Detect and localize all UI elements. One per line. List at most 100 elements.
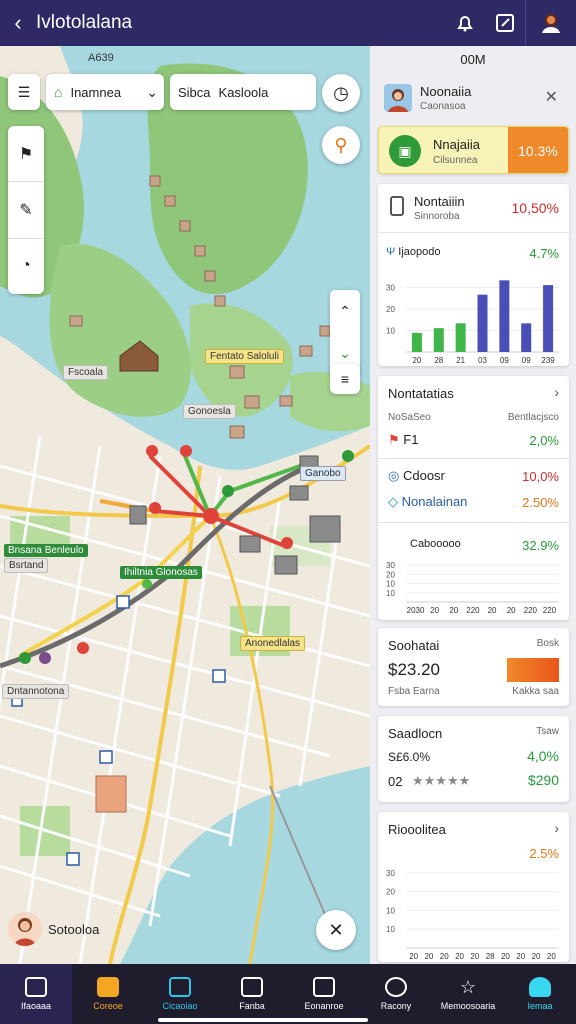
amount-sub: Fsba Earna (388, 686, 440, 697)
rating-stars: ★★★★★ (412, 773, 471, 788)
rating-card[interactable]: Saadlocn Tsaw S£6.0% 4,0% 02 ★★★★★ $290 (378, 716, 569, 802)
x-tick-label: 09 (522, 356, 531, 365)
user-location-label: Sotooloa (48, 922, 100, 937)
chart-icon (241, 977, 263, 997)
nav-item-document[interactable]: Eonanroe (288, 964, 360, 1024)
bar (521, 323, 532, 352)
highlight-card[interactable]: ▣ Nnajaiia Cilsunnea 10.3% (378, 126, 569, 174)
close-icon[interactable]: ✕ (545, 87, 558, 107)
back-icon[interactable]: ‹ (0, 10, 36, 36)
compass-icon: ◷ (333, 82, 349, 103)
compass-button[interactable]: ◷ (322, 74, 360, 112)
bar (411, 332, 422, 352)
list-item[interactable]: ◎ Cdoosr 10,0% (388, 468, 559, 484)
bottom-nav: Ifaoaaa Coreoe Cicaoiao Fanba Eonanroe R… (0, 964, 576, 1024)
chart-card[interactable]: Riooolitea › 2.5% 30 20 10 10 20 20 20 20 20 28 20… (378, 812, 569, 962)
list-item[interactable]: ◇ Nonalainan 2.50% (388, 494, 559, 510)
y-tick-label: 20 (386, 888, 395, 897)
x-tick-label: 20 (440, 952, 449, 961)
location-select-value: Inamnea (70, 84, 122, 100)
x-tick-label: 220 (543, 606, 557, 615)
list-item-label: Nonalainan (401, 494, 468, 509)
x-tick-label: 20 (516, 952, 525, 961)
map-top-label: A639 (88, 52, 114, 64)
amount-sub-right: Kakka saa (512, 686, 559, 697)
map-label: Bsrtand (4, 558, 49, 573)
search-input[interactable]: Kasloola (219, 85, 269, 100)
nav-item-home[interactable]: Ifaoaaa (0, 964, 72, 1024)
stats-card[interactable]: Nontaiiin Sinnoroba 10,50% Ψ Ijaopodo 4.… (378, 184, 569, 366)
user-avatar[interactable] (8, 912, 42, 946)
profile-name: Noonaiia (420, 84, 472, 99)
stats-sub: Sinnoroba (414, 211, 460, 222)
map-view[interactable]: A639 ☰ ⌂ Inamnea ⌄ Sibca Kasloola ◷ ⚲ ⚑ … (0, 46, 370, 964)
layers-button[interactable]: ≡ (330, 364, 360, 394)
list-col-left: NoSaSeo (388, 412, 431, 423)
zoom-in-icon[interactable]: ⌃ (339, 303, 351, 320)
map-label: Ihiltnia Glonosas (120, 566, 202, 579)
amount-value: $23.20 (388, 660, 440, 679)
close-icon: ✕ (328, 919, 344, 940)
rating-line1-value: 4,0% (527, 748, 559, 764)
x-tick-label: 20 (470, 952, 479, 961)
folder-icon (97, 977, 119, 997)
rating-corner: Tsaw (536, 726, 559, 737)
list-card[interactable]: Nontatatias › NoSaSeo Bentlacjsco ⚑ F1 2… (378, 376, 569, 620)
document-icon (390, 196, 404, 216)
side-panel: 00M Noonaiia Caonasoa ✕ ▣ Nnajaiia Cilsu… (370, 46, 576, 964)
amount-bar (507, 658, 559, 682)
x-tick-label: 20 (449, 606, 458, 615)
shield-icon: ◇ (388, 494, 398, 509)
list-item[interactable]: ⚑ F1 2,0% (388, 432, 559, 448)
search-field[interactable]: Sibca Kasloola (170, 74, 316, 110)
nav-item-camera[interactable]: Cicaoiao (144, 964, 216, 1024)
chevron-right-icon[interactable]: › (554, 820, 559, 836)
timer-icon[interactable]: ◔ (8, 239, 44, 294)
list-icon: ☰ (17, 83, 31, 100)
x-tick-label: 09 (500, 356, 509, 365)
list-view-button[interactable]: ☰ (8, 74, 40, 110)
x-tick-label: 20 (488, 606, 497, 615)
map-label: Gonoesla (183, 404, 236, 419)
close-route-button[interactable]: ✕ (316, 910, 356, 950)
highlight-sub: Cilsunnea (433, 155, 478, 166)
x-tick-label: 220 (524, 606, 538, 615)
chart1-title: Ijaopodo (398, 246, 441, 258)
y-tick-label: 20 (386, 570, 395, 579)
bell-icon[interactable] (445, 0, 485, 46)
recent-icon (385, 977, 407, 997)
nav-item-profile[interactable]: Iemaa (504, 964, 576, 1024)
flag-icon: ⚑ (388, 432, 400, 447)
chevron-down-icon: ⌄ (146, 83, 158, 100)
locate-button[interactable]: ⚲ (322, 126, 360, 164)
highlight-title: Nnajaiia (433, 137, 480, 152)
user-avatar-icon[interactable] (526, 0, 576, 46)
rating-line2-value: $290 (527, 772, 559, 788)
draw-icon[interactable]: ✎ (8, 182, 44, 239)
list-item-label: Cdoosr (402, 468, 445, 483)
x-tick-label: 20 (409, 952, 418, 961)
list-title: Nontatatias (388, 386, 454, 401)
edit-icon[interactable] (485, 0, 525, 46)
y-tick-label: 30 (386, 869, 395, 878)
x-tick-label: 20 (424, 952, 433, 961)
layers-icon: ≡ (340, 371, 350, 387)
nav-item-folder[interactable]: Coreoe (72, 964, 144, 1024)
star-icon: ☆ (459, 977, 477, 997)
x-tick-label: 220 (466, 606, 480, 615)
location-select[interactable]: ⌂ Inamnea ⌄ (46, 74, 164, 110)
nav-item-memories[interactable]: ☆ Memoosoaria (432, 964, 504, 1024)
route-icon[interactable]: ⚑ (8, 126, 44, 183)
y-tick-label: 30 (386, 284, 395, 293)
nav-item-recent[interactable]: Racony (360, 964, 432, 1024)
zoom-out-icon[interactable]: ⌄ (339, 345, 351, 362)
nav-item-chart[interactable]: Fanba (216, 964, 288, 1024)
x-tick-label: 20 (455, 952, 464, 961)
chevron-right-icon[interactable]: › (554, 384, 559, 400)
chart-riooolitea: 30 20 10 10 20 20 20 20 20 28 20 20 20 20 (386, 869, 559, 961)
stats-pct: 10,50% (511, 200, 559, 216)
list-item-value: 10,0% (522, 468, 559, 484)
document-icon (313, 977, 335, 997)
x-tick-label: 20 (501, 952, 510, 961)
amount-card[interactable]: Soohatai Bosk $23.20 Fsba Earna Kakka sa… (378, 628, 569, 706)
